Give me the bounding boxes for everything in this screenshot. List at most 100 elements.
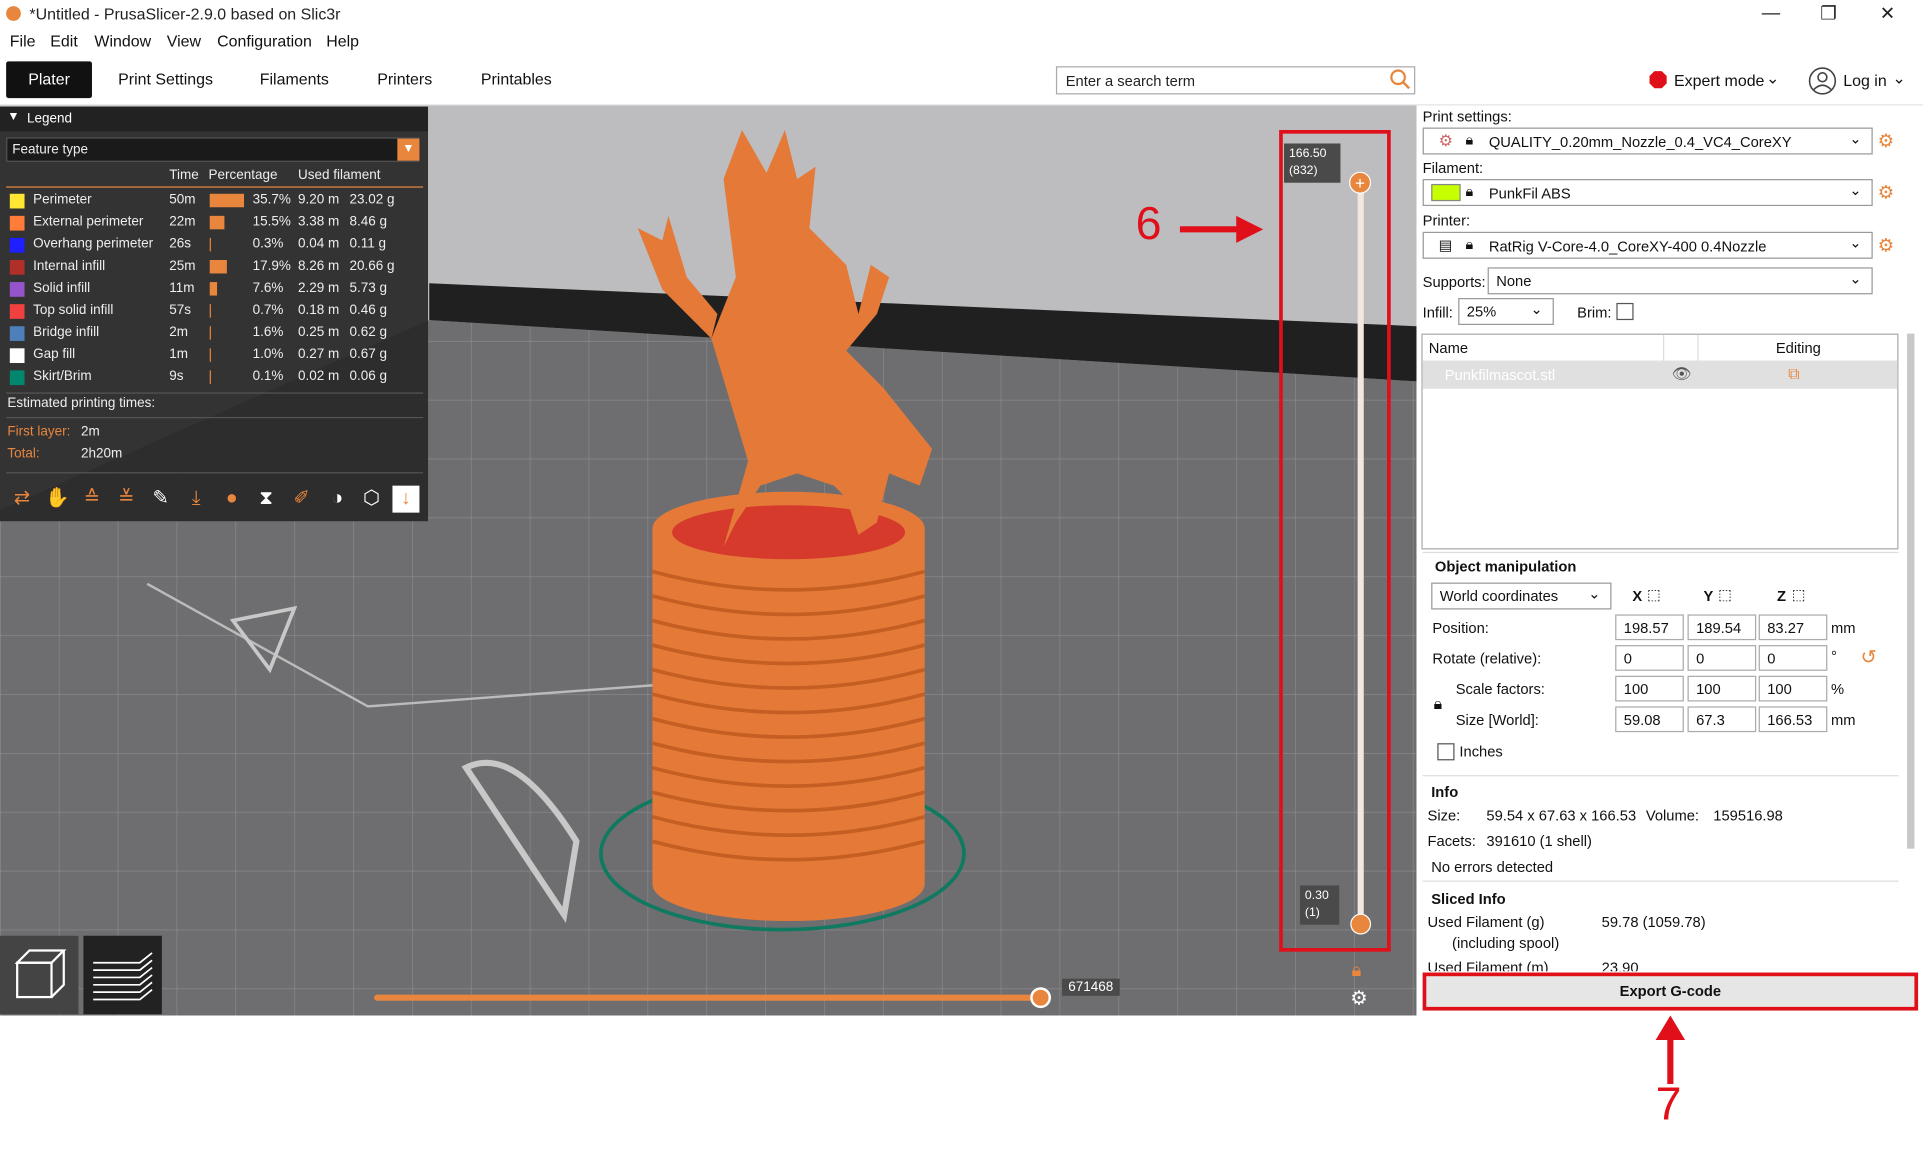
arrow-up-icon — [1655, 1015, 1686, 1085]
horizontal-slider-thumb[interactable] — [1030, 987, 1052, 1009]
rotate-z-field[interactable]: 0 — [1758, 645, 1828, 671]
lock-icon[interactable]: 🔒︎ — [1351, 960, 1361, 981]
name-column-header[interactable]: Name — [1429, 340, 1468, 357]
drop-to-bed-icon[interactable]: ⬚ — [1718, 586, 1732, 603]
editing-column-header[interactable]: Editing — [1776, 340, 1821, 357]
preview-button[interactable] — [83, 935, 162, 1015]
legend-item-name: Top solid infill — [33, 302, 114, 318]
brim-checkbox[interactable] — [1616, 302, 1634, 321]
scale-x-field[interactable]: 100 — [1615, 675, 1684, 702]
legend-item-time: 57s — [169, 302, 192, 318]
legend-item[interactable]: External perimeter 22m 15.5% 3.38 m 8.46 g — [0, 212, 428, 234]
pause-prints-icon[interactable]: ⧗ — [253, 486, 280, 513]
chevron-down-icon: ⌄ — [1530, 300, 1543, 318]
export-gcode-button[interactable]: Export G-code — [1422, 972, 1919, 1011]
sidebar-scrollbar[interactable] — [1907, 333, 1915, 849]
menu-view[interactable]: View — [167, 32, 201, 50]
drop-to-bed-icon[interactable]: ⬚ — [1647, 586, 1661, 603]
legend-percentage-bar — [209, 304, 211, 318]
settings-gear-icon[interactable]: ⚙ — [1878, 234, 1894, 256]
menu-window[interactable]: Window — [94, 32, 151, 50]
menu-bar: File Edit Window View Configuration Help — [0, 29, 1923, 54]
filament-combo[interactable]: 🔒︎ PunkFil ABS ⌄ — [1422, 179, 1873, 207]
legend-item[interactable]: Internal infill 25m 17.9% 8.26 m 20.66 g — [0, 256, 428, 278]
used-filament-g-value: 59.78 (1059.78) — [1601, 913, 1706, 931]
menu-file[interactable]: File — [10, 32, 36, 50]
center-of-gravity-icon[interactable]: ◑ — [324, 486, 351, 513]
tool-marker-icon[interactable]: ↓ — [392, 485, 420, 513]
travel-icon[interactable]: ⇄ — [9, 486, 36, 513]
shells-icon[interactable]: ⬡ — [358, 486, 385, 513]
wipe-icon[interactable]: ✋ — [44, 486, 71, 513]
size-y-field[interactable]: 67.3 — [1687, 706, 1757, 733]
search-icon[interactable] — [1390, 69, 1412, 91]
coordinate-system-select[interactable]: World coordinates ⌄ — [1431, 582, 1612, 610]
deretractions-icon[interactable]: ≚ — [113, 486, 140, 513]
scale-y-field[interactable]: 100 — [1687, 675, 1757, 702]
eye-icon[interactable]: 👁︎ — [1672, 364, 1692, 384]
object-list[interactable]: Name Editing Punkfilmascot.stl 👁︎ ⧉ — [1421, 333, 1899, 550]
custom-gcodes-icon[interactable]: ✐ — [288, 486, 315, 513]
menu-edit[interactable]: Edit — [50, 32, 77, 50]
menu-help[interactable]: Help — [326, 32, 359, 50]
size-x-field[interactable]: 59.08 — [1615, 706, 1684, 733]
legend-item-name: External perimeter — [33, 214, 144, 230]
legend-item[interactable]: Gap fill 1m 1.0% 0.27 m 0.67 g — [0, 345, 428, 367]
horizontal-slider-track[interactable] — [374, 994, 1043, 1001]
supports-combo[interactable]: None ⌄ — [1487, 267, 1873, 295]
rotate-x-field[interactable]: 0 — [1615, 645, 1684, 671]
legend-item[interactable]: Overhang perimeter 26s 0.3% 0.04 m 0.11 g — [0, 234, 428, 256]
settings-gear-icon[interactable]: ⚙ — [1878, 182, 1894, 204]
view-3d-button[interactable] — [0, 935, 79, 1015]
tab-printables[interactable]: Printables — [472, 61, 560, 98]
minimize-button[interactable]: — — [1743, 2, 1799, 27]
lock-icon: 🔒︎ — [1465, 235, 1474, 253]
legend-item-time: 22m — [169, 214, 196, 230]
edit-icon[interactable]: ⧉ — [1788, 364, 1799, 384]
tool-changes-icon[interactable]: ⤓ — [183, 486, 210, 513]
view-type-select[interactable]: Feature type ▼ — [6, 137, 420, 162]
scale-z-field[interactable]: 100 — [1758, 675, 1828, 702]
tab-plater[interactable]: Plater — [6, 61, 92, 99]
list-item[interactable]: Punkfilmascot.stl 👁︎ ⧉ — [1422, 361, 1898, 389]
tab-printers[interactable]: Printers — [368, 61, 442, 98]
retractions-icon[interactable]: ≙ — [78, 486, 105, 513]
lock-icon[interactable]: 🔒︎ — [1434, 694, 1442, 714]
legend-item[interactable]: Skirt/Brim 9s 0.1% 0.02 m 0.06 g — [0, 367, 428, 389]
inches-checkbox[interactable] — [1437, 743, 1455, 761]
cube-icon — [14, 949, 67, 999]
sliced-info-title: Sliced Info — [1431, 890, 1506, 908]
position-x-field[interactable]: 198.57 — [1615, 614, 1684, 641]
scale-unit: % — [1831, 680, 1845, 698]
menu-configuration[interactable]: Configuration — [217, 32, 312, 50]
color-changes-icon[interactable]: ● — [218, 486, 245, 513]
rotate-y-field[interactable]: 0 — [1687, 645, 1757, 671]
reset-rotation-icon[interactable]: ↺ — [1860, 645, 1876, 670]
printer-combo[interactable]: ▤ 🔒︎ RatRig V-Core-4.0_CoreXY-400 0.4Noz… — [1422, 231, 1873, 259]
tab-print-settings[interactable]: Print Settings — [110, 61, 220, 98]
filament-label: Filament: — [1422, 159, 1484, 177]
position-y-field[interactable]: 189.54 — [1687, 614, 1757, 641]
legend-item-meters: 9.20 m — [298, 192, 340, 208]
print-settings-combo[interactable]: ⚙ 🔒︎ QUALITY_0.20mm_Nozzle_0.4_VC4_CoreX… — [1422, 127, 1873, 155]
drop-to-bed-icon[interactable]: ⬚ — [1792, 586, 1806, 603]
legend-item-percentage: 35.7% — [252, 192, 291, 208]
expert-mode-dropdown[interactable]: Expert mode — [1674, 71, 1764, 89]
login-button[interactable]: Log in — [1843, 71, 1886, 89]
legend-item[interactable]: Bridge infill 2m 1.6% 0.25 m 0.62 g — [0, 323, 428, 345]
position-z-field[interactable]: 83.27 — [1758, 614, 1828, 641]
legend-item[interactable]: Perimeter 50m 35.7% 9.20 m 23.02 g — [0, 190, 428, 212]
settings-cog-icon[interactable]: ⚙ — [1350, 986, 1368, 1011]
infill-combo[interactable]: 25% ⌄ — [1458, 298, 1554, 325]
seams-icon[interactable]: ✎ — [147, 486, 174, 513]
legend-header[interactable]: ▼ Legend — [0, 106, 429, 132]
print-settings-label: Print settings: — [1422, 107, 1512, 126]
size-z-field[interactable]: 166.53 — [1758, 706, 1828, 733]
legend-item[interactable]: Solid infill 11m 7.6% 2.29 m 5.73 g — [0, 278, 428, 300]
maximize-button[interactable]: ❐ — [1800, 2, 1856, 27]
close-button[interactable]: ✕ — [1859, 2, 1915, 27]
search-input[interactable]: Enter a search term — [1055, 66, 1416, 95]
legend-item[interactable]: Top solid infill 57s 0.7% 0.18 m 0.46 g — [0, 300, 428, 322]
tab-filaments[interactable]: Filaments — [251, 61, 337, 98]
settings-gear-icon[interactable]: ⚙ — [1878, 130, 1894, 152]
